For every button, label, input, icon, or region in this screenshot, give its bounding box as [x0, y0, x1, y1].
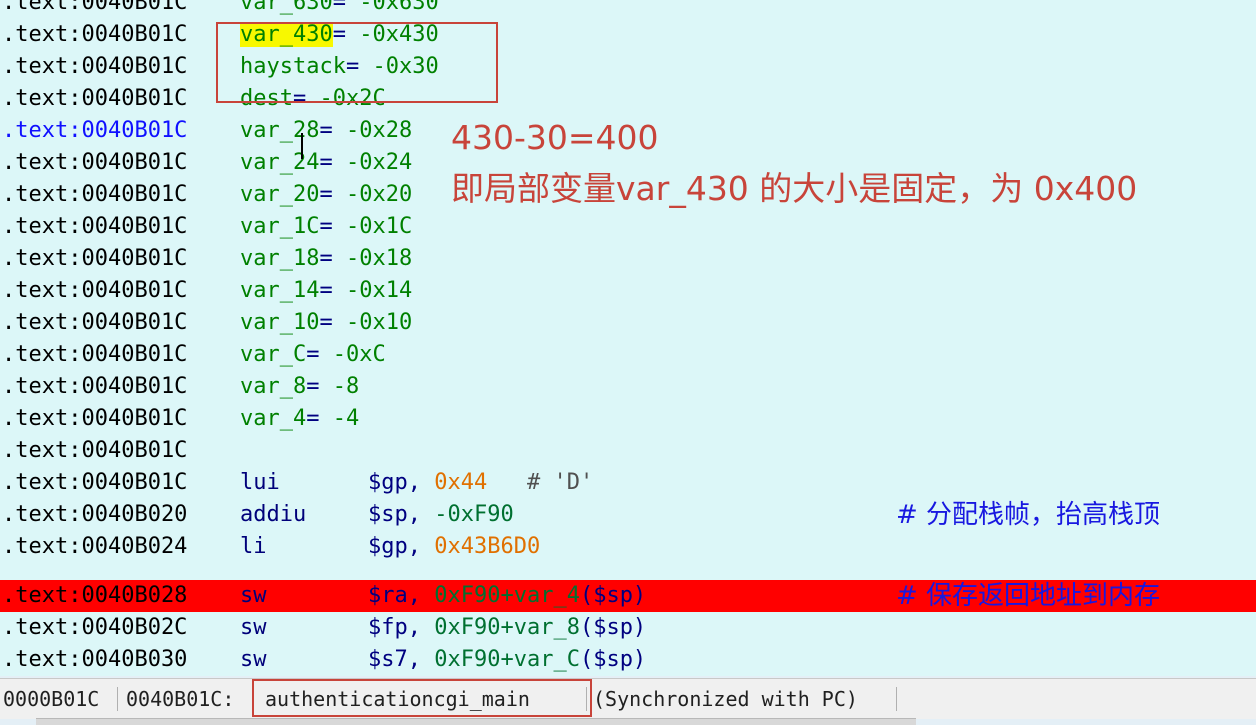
- var-offset: -8: [319, 374, 360, 399]
- var-offset: -0x14: [332, 278, 413, 303]
- listing-row[interactable]: .text:0040B024 li $gp, 0x43B6D0: [0, 531, 1256, 563]
- stack-offset: 0xF90+var_8: [421, 615, 580, 640]
- var-offset: -0x18: [332, 246, 413, 271]
- row-address: .text:0040B01C: [2, 86, 188, 111]
- row-address: .text:0040B01C: [2, 54, 188, 79]
- register[interactable]: $sp: [368, 502, 408, 527]
- listing-row[interactable]: .text:0040B01C var_1C= -0x1C: [0, 211, 1256, 243]
- row-address: .text:0040B024: [2, 534, 188, 559]
- immediate: -0xF90: [421, 502, 514, 527]
- row-address: .text:0040B028: [2, 583, 188, 608]
- var-offset: -0x10: [332, 310, 413, 335]
- row-address: .text:0040B01C: [2, 182, 188, 207]
- status-separator: [117, 687, 118, 711]
- row-address: .text:0040B01C: [2, 406, 188, 431]
- row-address: .text:0040B01C: [2, 438, 188, 463]
- stack-offset: 0xF90+var_C: [421, 647, 580, 672]
- stack-offset: 0xF90+var_4: [421, 583, 580, 608]
- status-address: 0040B01C:: [126, 687, 235, 711]
- row-address: .text:0040B01C: [2, 310, 188, 335]
- listing-row[interactable]: .text:0040B01C dest= -0x2C: [0, 83, 1256, 115]
- annotation-box-variables: [216, 22, 498, 103]
- register[interactable]: $s7: [368, 647, 408, 672]
- immediate: 0x44: [421, 470, 488, 495]
- register[interactable]: $ra: [368, 583, 408, 608]
- row-address: .text:0040B01C: [2, 0, 188, 15]
- listing-row[interactable]: .text:0040B030 sw $s7, 0xF90+var_C($sp): [0, 644, 1256, 676]
- listing-row[interactable]: .text:0040B01C var_C= -0xC: [0, 339, 1256, 371]
- var-offset: -0x1C: [332, 214, 413, 239]
- register[interactable]: $fp: [368, 615, 408, 640]
- listing-row[interactable]: .text:0040B01C var_430= -0x430: [0, 19, 1256, 51]
- row-address: .text:0040B01C: [2, 118, 188, 143]
- var-offset: -0x24: [332, 150, 413, 175]
- row-address: .text:0040B030: [2, 647, 188, 672]
- listing-row[interactable]: .text:0040B020 addiu $sp, -0xF90 # 分配栈帧，…: [0, 499, 1256, 531]
- listing-row[interactable]: .text:0040B01C: [0, 435, 1256, 467]
- annotation-box-function: [252, 679, 592, 717]
- row-address: .text:0040B01C: [2, 214, 188, 239]
- register[interactable]: $gp: [368, 470, 408, 495]
- annotation-note-calc: 430-30=400: [451, 118, 659, 157]
- var-offset: -0x28: [332, 118, 413, 143]
- var-name[interactable]: var_C: [240, 342, 306, 367]
- var-offset: -0x630: [345, 0, 439, 15]
- var-offset: -0x20: [332, 182, 413, 207]
- var-name[interactable]: var_630: [240, 0, 333, 15]
- var-name[interactable]: var_4: [240, 406, 306, 431]
- status-separator: [896, 687, 897, 711]
- row-address: .text:0040B01C: [2, 246, 188, 271]
- mnemonic: sw: [240, 583, 267, 608]
- listing-row[interactable]: .text:0040B01C lui $gp, 0x44 # 'D': [0, 467, 1256, 499]
- var-name[interactable]: var_10: [240, 310, 319, 335]
- status-bar: 0000B01C 0040B01C: authenticationcgi_mai…: [0, 678, 1256, 719]
- mnemonic: sw: [240, 647, 267, 672]
- listing-row[interactable]: .text:0040B02C sw $fp, 0xF90+var_8($sp): [0, 612, 1256, 644]
- row-address: .text:0040B01C: [2, 22, 188, 47]
- var-offset: -0xC: [319, 342, 386, 367]
- listing-row[interactable]: .text:0040B01C var_8= -8: [0, 371, 1256, 403]
- var-name[interactable]: var_18: [240, 246, 319, 271]
- listing-row[interactable]: .text:0040B01C haystack= -0x30: [0, 51, 1256, 83]
- listing-row-breakpoint[interactable]: .text:0040B028 sw $ra, 0xF90+var_4($sp) …: [0, 580, 1256, 612]
- immediate: 0x43B6D0: [421, 534, 541, 559]
- listing-row[interactable]: .text:0040B01C var_18= -0x18: [0, 243, 1256, 275]
- var-name[interactable]: var_28: [240, 118, 319, 143]
- var-name[interactable]: var_8: [240, 374, 306, 399]
- row-address: .text:0040B02C: [2, 615, 188, 640]
- var-name[interactable]: var_14: [240, 278, 319, 303]
- text-caret: [301, 133, 303, 159]
- string-comment: # 'D': [487, 470, 594, 495]
- listing-row[interactable]: .text:0040B01C var_4= -4: [0, 403, 1256, 435]
- register[interactable]: $gp: [368, 534, 408, 559]
- row-address: .text:0040B01C: [2, 342, 188, 367]
- listing-row[interactable]: .text:0040B01C var_630= -0x630: [0, 0, 1256, 19]
- mnemonic: addiu: [240, 502, 307, 527]
- line-comment: # 保存返回地址到内存: [896, 581, 1161, 611]
- var-offset: -4: [319, 406, 360, 431]
- status-sync: (Synchronized with PC): [593, 687, 858, 711]
- var-name[interactable]: var_20: [240, 182, 319, 207]
- row-address: .text:0040B020: [2, 502, 188, 527]
- mnemonic: li: [240, 534, 267, 559]
- var-name[interactable]: var_1C: [240, 214, 319, 239]
- row-address: .text:0040B01C: [2, 278, 188, 303]
- annotation-note-size: 即局部变量var_430 的大小是固定，为 0x400: [451, 169, 1138, 208]
- mnemonic: lui: [240, 470, 280, 495]
- line-comment: # 分配栈帧，抬高栈顶: [896, 500, 1161, 530]
- listing-row[interactable]: .text:0040B01C var_14= -0x14: [0, 275, 1256, 307]
- listing-row[interactable]: .text:0040B01C var_10= -0x10: [0, 307, 1256, 339]
- mnemonic: sw: [240, 615, 267, 640]
- var-name[interactable]: var_24: [240, 150, 319, 175]
- disassembly-listing[interactable]: .text:0040B01C var_630= -0x630 .text:004…: [0, 0, 1256, 676]
- row-address: .text:0040B01C: [2, 150, 188, 175]
- row-address: .text:0040B01C: [2, 374, 188, 399]
- status-file-offset: 0000B01C: [3, 687, 100, 711]
- row-address: .text:0040B01C: [2, 470, 188, 495]
